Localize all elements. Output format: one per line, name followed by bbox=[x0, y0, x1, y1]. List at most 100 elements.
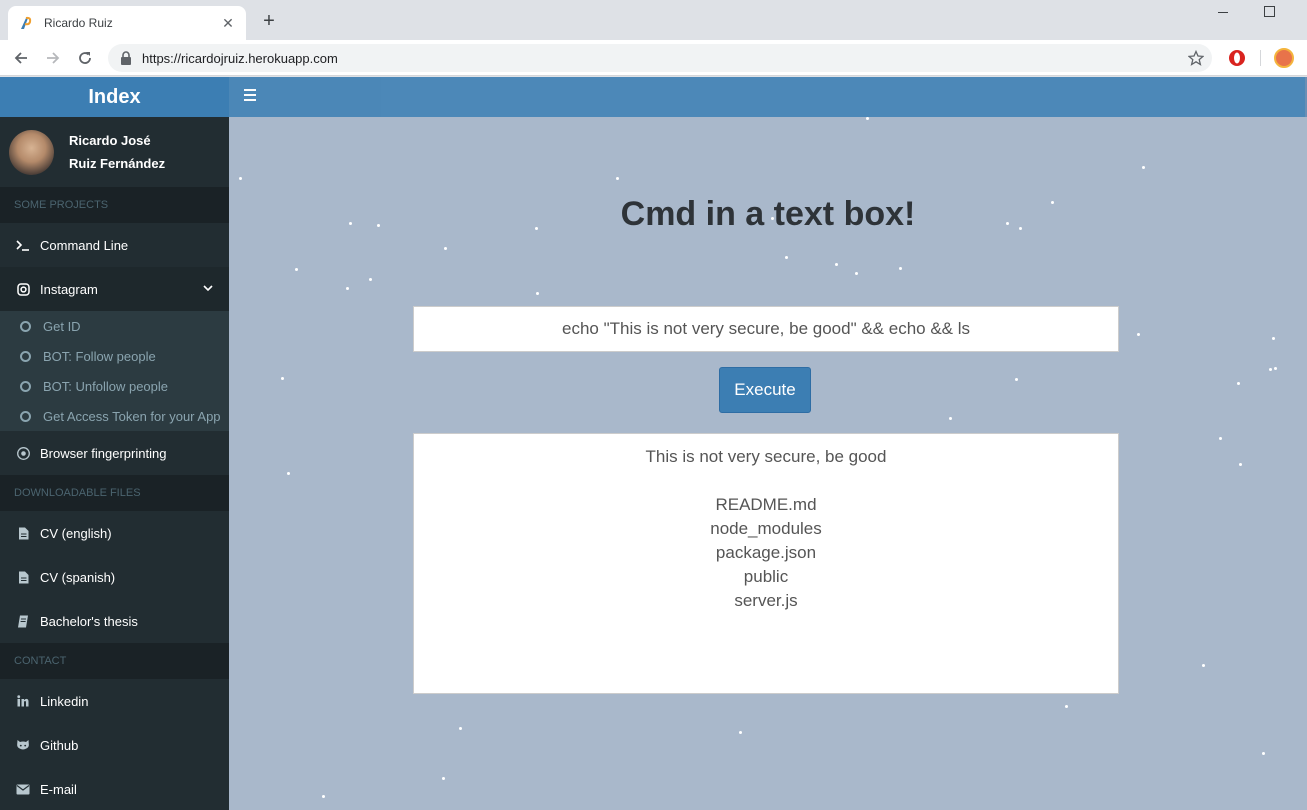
linkedin-icon bbox=[15, 694, 31, 708]
submenu-item-label: BOT: Unfollow people bbox=[43, 378, 169, 394]
profile-avatar-icon[interactable] bbox=[1274, 48, 1294, 68]
lock-icon bbox=[120, 51, 132, 65]
snow-particle bbox=[616, 177, 619, 180]
menu-item-email[interactable]: E-mail bbox=[0, 767, 229, 810]
menu-item-label: CV (english) bbox=[40, 525, 112, 541]
snow-particle bbox=[835, 263, 838, 266]
envelope-icon bbox=[15, 782, 31, 796]
output-textarea[interactable]: This is not very secure, be good README.… bbox=[413, 433, 1119, 694]
brand-logo[interactable]: Index bbox=[0, 77, 229, 117]
user-panel: Ricardo José Ruiz Fernández bbox=[0, 117, 229, 187]
submenu-item-access-token[interactable]: Get Access Token for your App bbox=[0, 401, 229, 431]
snow-particle bbox=[369, 278, 372, 281]
submenu-item-unfollow[interactable]: BOT: Unfollow people bbox=[0, 371, 229, 401]
menu-item-label: Bachelor's thesis bbox=[40, 613, 138, 629]
sidebar: Index Ricardo José Ruiz Fernández SOME P… bbox=[0, 77, 229, 810]
menu-item-label: E-mail bbox=[40, 781, 77, 797]
page-title: Cmd in a text box! bbox=[620, 195, 916, 233]
snow-particle bbox=[281, 377, 284, 380]
snow-particle bbox=[785, 256, 788, 259]
submenu-item-get-id[interactable]: Get ID bbox=[0, 311, 229, 341]
tab-title: Ricardo Ruiz bbox=[44, 16, 113, 30]
back-arrow-icon[interactable] bbox=[10, 47, 32, 69]
snow-particle bbox=[1065, 705, 1068, 708]
github-icon bbox=[15, 738, 31, 752]
menu-item-linkedin[interactable]: Linkedin bbox=[0, 679, 229, 723]
snow-particle bbox=[536, 292, 539, 295]
section-header-contact: CONTACT bbox=[0, 643, 229, 679]
snow-particle bbox=[1137, 333, 1140, 336]
forward-arrow-icon[interactable] bbox=[42, 47, 64, 69]
menu-item-label: CV (spanish) bbox=[40, 569, 116, 585]
snow-particle bbox=[855, 272, 858, 275]
snow-particle bbox=[1202, 664, 1205, 667]
submenu-item-label: Get ID bbox=[43, 318, 81, 334]
instagram-submenu: Get ID BOT: Follow people BOT: Unfollow … bbox=[0, 311, 229, 431]
submenu-item-follow[interactable]: BOT: Follow people bbox=[0, 341, 229, 371]
menu-item-instagram[interactable]: Instagram bbox=[0, 267, 229, 311]
section-header-files: DOWNLOADABLE FILES bbox=[0, 475, 229, 511]
file-icon bbox=[15, 526, 31, 540]
menu-item-label: Linkedin bbox=[40, 693, 89, 709]
menu-item-label: Command Line bbox=[40, 237, 129, 253]
snow-particle bbox=[1269, 368, 1272, 371]
snow-particle bbox=[442, 777, 445, 780]
main-content: Cmd in a text box! Execute This is not v… bbox=[229, 117, 1307, 810]
execute-button[interactable]: Execute bbox=[719, 367, 811, 413]
snow-particle bbox=[444, 247, 447, 250]
submenu-item-label: BOT: Follow people bbox=[43, 348, 156, 364]
avatar bbox=[9, 129, 54, 175]
snow-particle bbox=[287, 472, 290, 475]
menu-item-github[interactable]: Github bbox=[0, 723, 229, 767]
output-line: public bbox=[743, 567, 789, 586]
snow-particle bbox=[459, 727, 462, 730]
book-icon bbox=[15, 614, 31, 628]
address-bar[interactable]: https://ricardojruiz.herokuapp.com bbox=[108, 44, 1212, 72]
snow-particle bbox=[899, 267, 902, 270]
site-favicon-icon bbox=[18, 15, 34, 31]
snow-particle bbox=[1239, 463, 1242, 466]
menu-item-label: Browser fingerprinting bbox=[40, 445, 167, 461]
snow-particle bbox=[239, 177, 242, 180]
menu-item-cv-spanish[interactable]: CV (spanish) bbox=[0, 555, 229, 599]
command-input[interactable] bbox=[413, 306, 1119, 352]
user-second-line: Ruiz Fernández bbox=[69, 156, 166, 171]
snow-particle bbox=[346, 287, 349, 290]
new-tab-button[interactable]: + bbox=[258, 10, 280, 32]
chrome-icon bbox=[15, 446, 31, 460]
snow-particle bbox=[1262, 752, 1265, 755]
snow-particle bbox=[1219, 437, 1222, 440]
url-text: https://ricardojruiz.herokuapp.com bbox=[142, 50, 338, 66]
menu-item-thesis[interactable]: Bachelor's thesis bbox=[0, 599, 229, 643]
snow-particle bbox=[1274, 367, 1277, 370]
toolbar-separator bbox=[1260, 50, 1261, 66]
minimize-window-button[interactable] bbox=[1212, 4, 1234, 20]
hamburger-menu-icon[interactable] bbox=[244, 89, 258, 103]
browser-tabstrip: Ricardo Ruiz ✕ + bbox=[0, 0, 1307, 40]
instagram-icon bbox=[15, 282, 31, 296]
terminal-icon bbox=[15, 238, 31, 252]
menu-item-cv-english[interactable]: CV (english) bbox=[0, 511, 229, 555]
snow-particle bbox=[295, 268, 298, 271]
user-name: Ricardo José Ruiz Fernández bbox=[69, 129, 165, 175]
opera-extension-icon[interactable] bbox=[1227, 48, 1247, 68]
menu-item-label: Github bbox=[40, 737, 79, 753]
snow-particle bbox=[1015, 378, 1018, 381]
menu-item-command-line[interactable]: Command Line bbox=[0, 223, 229, 267]
snow-particle bbox=[949, 417, 952, 420]
output-line: package.json bbox=[715, 543, 817, 562]
snow-particle bbox=[739, 731, 742, 734]
close-tab-icon[interactable]: ✕ bbox=[220, 15, 236, 32]
top-navbar bbox=[229, 77, 1305, 117]
reload-icon[interactable] bbox=[74, 47, 96, 69]
menu-item-fingerprinting[interactable]: Browser fingerprinting bbox=[0, 431, 229, 475]
browser-tab[interactable]: Ricardo Ruiz ✕ bbox=[8, 6, 246, 40]
bookmark-star-icon[interactable] bbox=[1188, 50, 1204, 66]
section-header-projects: SOME PROJECTS bbox=[0, 187, 229, 223]
snow-particle bbox=[322, 795, 325, 798]
browser-toolbar: https://ricardojruiz.herokuapp.com bbox=[0, 40, 1307, 76]
output-line: README.md bbox=[715, 495, 817, 514]
circle-icon bbox=[20, 350, 31, 362]
maximize-window-button[interactable] bbox=[1258, 4, 1280, 20]
